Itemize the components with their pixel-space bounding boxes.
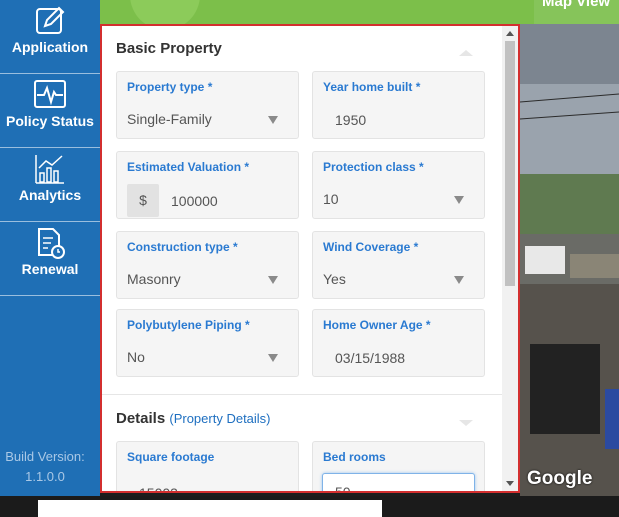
home-owner-age-input[interactable]: Home Owner Age * 03/15/1988 bbox=[312, 309, 485, 377]
field-value: 50 bbox=[335, 484, 351, 493]
field-value: 15003 bbox=[139, 485, 178, 493]
chevron-down-icon bbox=[268, 276, 278, 284]
chevron-down-icon bbox=[268, 354, 278, 362]
field-label: Polybutylene Piping * bbox=[127, 318, 250, 332]
pulse-monitor-icon bbox=[34, 80, 66, 108]
build-version-label: Build Version: bbox=[5, 449, 85, 464]
field-value: 03/15/1988 bbox=[335, 350, 406, 366]
year-built-input[interactable]: Year home built * 1950 bbox=[312, 71, 485, 139]
sidebar-item-label: Analytics bbox=[18, 187, 82, 203]
sidebar-item-policy-status[interactable]: Policy Status bbox=[0, 74, 100, 148]
street-view-image bbox=[520, 24, 619, 496]
sidebar-item-label: Application bbox=[11, 39, 89, 55]
polybutylene-piping-select[interactable]: Polybutylene Piping * No bbox=[116, 309, 299, 377]
sidebar-item-renewal[interactable]: Renewal bbox=[0, 222, 100, 296]
panel-scrollbar[interactable] bbox=[502, 26, 518, 491]
square-footage-input[interactable]: Square footage 15003 bbox=[116, 441, 299, 493]
field-value: No bbox=[127, 349, 145, 365]
property-form-panel: Basic Property Property type * Single-Fa… bbox=[100, 24, 520, 493]
scroll-up-arrow-icon[interactable] bbox=[506, 31, 514, 36]
field-value: 10 bbox=[323, 191, 339, 207]
bottom-bar-strip bbox=[38, 500, 382, 517]
street-view-map[interactable]: Google bbox=[520, 24, 619, 496]
bottom-bar bbox=[0, 496, 619, 517]
chevron-up-icon[interactable] bbox=[459, 50, 473, 56]
scroll-thumb[interactable] bbox=[505, 41, 515, 286]
property-type-select[interactable]: Property type * Single-Family bbox=[116, 71, 299, 139]
protection-class-select[interactable]: Protection class * 10 bbox=[312, 151, 485, 219]
chart-icon bbox=[35, 155, 64, 184]
field-value: 100000 bbox=[171, 193, 218, 209]
field-label: Wind Coverage * bbox=[323, 240, 419, 254]
sidebar: Application Policy Status Analytics Rene… bbox=[0, 0, 100, 496]
currency-prefix: $ bbox=[127, 184, 159, 217]
edit-icon bbox=[36, 6, 65, 34]
map-view-tab[interactable]: Map View bbox=[534, 0, 619, 24]
build-version-number: 1.1.0.0 bbox=[25, 469, 65, 484]
section-title-details: Details (Property Details) bbox=[116, 410, 271, 427]
sidebar-item-label: Renewal bbox=[21, 261, 79, 277]
chevron-down-icon[interactable] bbox=[459, 420, 473, 426]
field-label: Property type * bbox=[127, 80, 213, 94]
field-value: Masonry bbox=[127, 271, 181, 287]
field-value: Single-Family bbox=[127, 111, 212, 127]
field-value: Yes bbox=[323, 271, 346, 287]
field-label: Estimated Valuation * bbox=[127, 160, 250, 174]
bed-rooms-input[interactable]: 50 bbox=[322, 473, 475, 493]
details-subtitle: (Property Details) bbox=[169, 411, 271, 426]
chevron-down-icon bbox=[454, 276, 464, 284]
field-value: 1950 bbox=[335, 112, 367, 128]
field-label: Square footage bbox=[127, 450, 215, 464]
chevron-down-icon bbox=[268, 116, 278, 124]
estimated-valuation-input[interactable]: Estimated Valuation * $ 100000 bbox=[116, 151, 299, 219]
field-label: Bed rooms bbox=[323, 450, 386, 464]
wind-coverage-select[interactable]: Wind Coverage * Yes bbox=[312, 231, 485, 299]
section-divider bbox=[102, 394, 504, 395]
construction-type-select[interactable]: Construction type * Masonry bbox=[116, 231, 299, 299]
document-clock-icon bbox=[38, 228, 65, 259]
chevron-down-icon bbox=[454, 196, 464, 204]
scroll-down-arrow-icon[interactable] bbox=[506, 481, 514, 486]
sidebar-item-application[interactable]: Application bbox=[0, 0, 100, 74]
google-attribution: Google bbox=[527, 468, 593, 489]
sidebar-item-analytics[interactable]: Analytics bbox=[0, 148, 100, 222]
bed-rooms-field: Bed rooms 50 bbox=[312, 441, 485, 493]
details-title: Details bbox=[116, 410, 166, 427]
field-label: Year home built * bbox=[323, 80, 421, 94]
field-label: Home Owner Age * bbox=[323, 318, 431, 332]
section-title-basic-property: Basic Property bbox=[116, 40, 222, 57]
field-label: Construction type * bbox=[127, 240, 238, 254]
sidebar-item-label: Policy Status bbox=[6, 113, 94, 129]
field-label: Protection class * bbox=[323, 160, 424, 174]
